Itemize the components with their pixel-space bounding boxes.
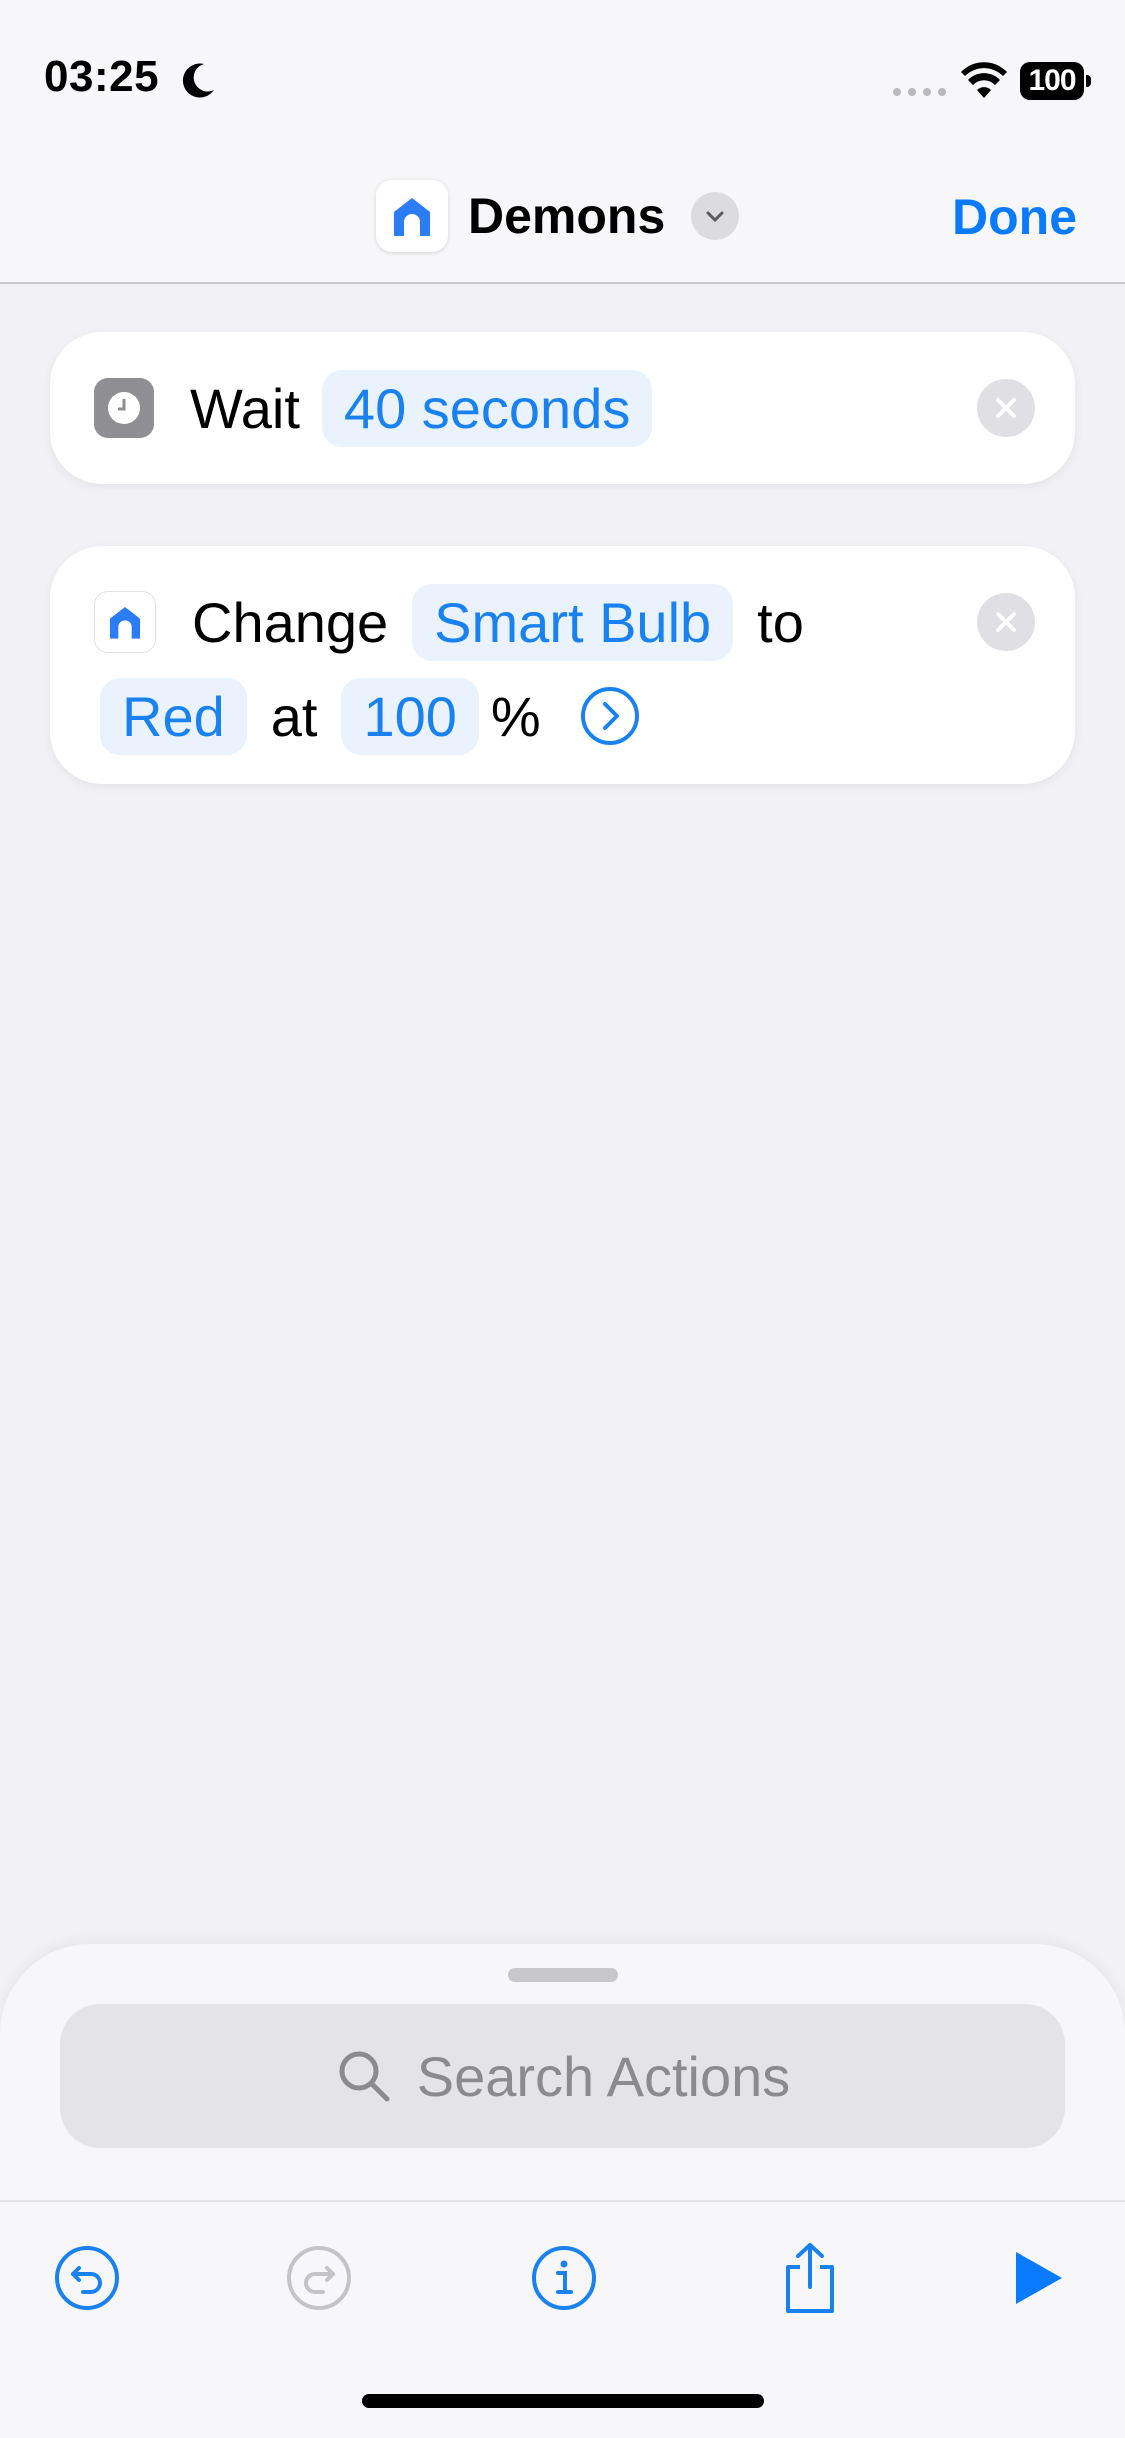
wait-label: Wait <box>190 376 300 440</box>
color-token[interactable]: Red <box>100 677 247 755</box>
undo-button[interactable] <box>47 2238 127 2318</box>
info-icon <box>532 2246 596 2310</box>
cellular-signal-icon <box>893 88 946 96</box>
change-label: Change <box>192 590 389 654</box>
undo-icon <box>55 2246 119 2310</box>
redo-icon <box>287 2246 351 2310</box>
remove-change-button[interactable] <box>977 593 1035 651</box>
home-indicator <box>362 2394 764 2408</box>
status-time: 03:25 <box>44 52 160 101</box>
shortcut-title-menu[interactable]: Demons <box>376 176 740 256</box>
play-icon <box>1016 2252 1062 2304</box>
run-button[interactable] <box>996 2238 1076 2318</box>
search-actions-field[interactable]: Search Actions <box>60 2004 1065 2148</box>
wait-duration-token[interactable]: 40 seconds <box>321 369 653 447</box>
wait-action-card[interactable]: Wait 40 seconds <box>50 332 1075 484</box>
wifi-icon <box>961 62 1007 98</box>
done-button[interactable]: Done <box>952 188 1077 246</box>
home-icon <box>376 180 448 252</box>
clear-icon <box>996 398 1016 418</box>
share-button[interactable] <box>770 2238 850 2318</box>
brightness-token[interactable]: 100 <box>341 677 479 755</box>
battery-level: 100 <box>1020 62 1084 100</box>
chevron-down-icon[interactable] <box>691 192 740 240</box>
at-label: at <box>270 684 318 748</box>
redo-button[interactable] <box>279 2238 359 2318</box>
search-icon <box>339 2051 390 2102</box>
change-action-card[interactable]: Change Smart Bulb to Red at 100 % <box>50 546 1075 784</box>
device-token[interactable]: Smart Bulb <box>412 583 734 661</box>
shortcut-title: Demons <box>468 188 666 244</box>
top-bar: 03:25 100 Demons Done <box>0 0 1125 284</box>
moon-icon <box>182 63 214 98</box>
clear-icon <box>996 612 1016 632</box>
to-label: to <box>757 590 804 654</box>
home-icon <box>94 591 156 653</box>
battery-indicator: 100 <box>1020 62 1091 100</box>
clock-icon <box>94 378 154 438</box>
sheet-grabber[interactable] <box>508 1968 618 1982</box>
info-button[interactable] <box>524 2238 604 2318</box>
remove-wait-button[interactable] <box>977 379 1035 437</box>
percent-label: % <box>490 684 541 748</box>
search-placeholder: Search Actions <box>416 2044 791 2108</box>
expand-chevron-icon[interactable] <box>579 685 641 747</box>
share-icon <box>786 2243 834 2313</box>
